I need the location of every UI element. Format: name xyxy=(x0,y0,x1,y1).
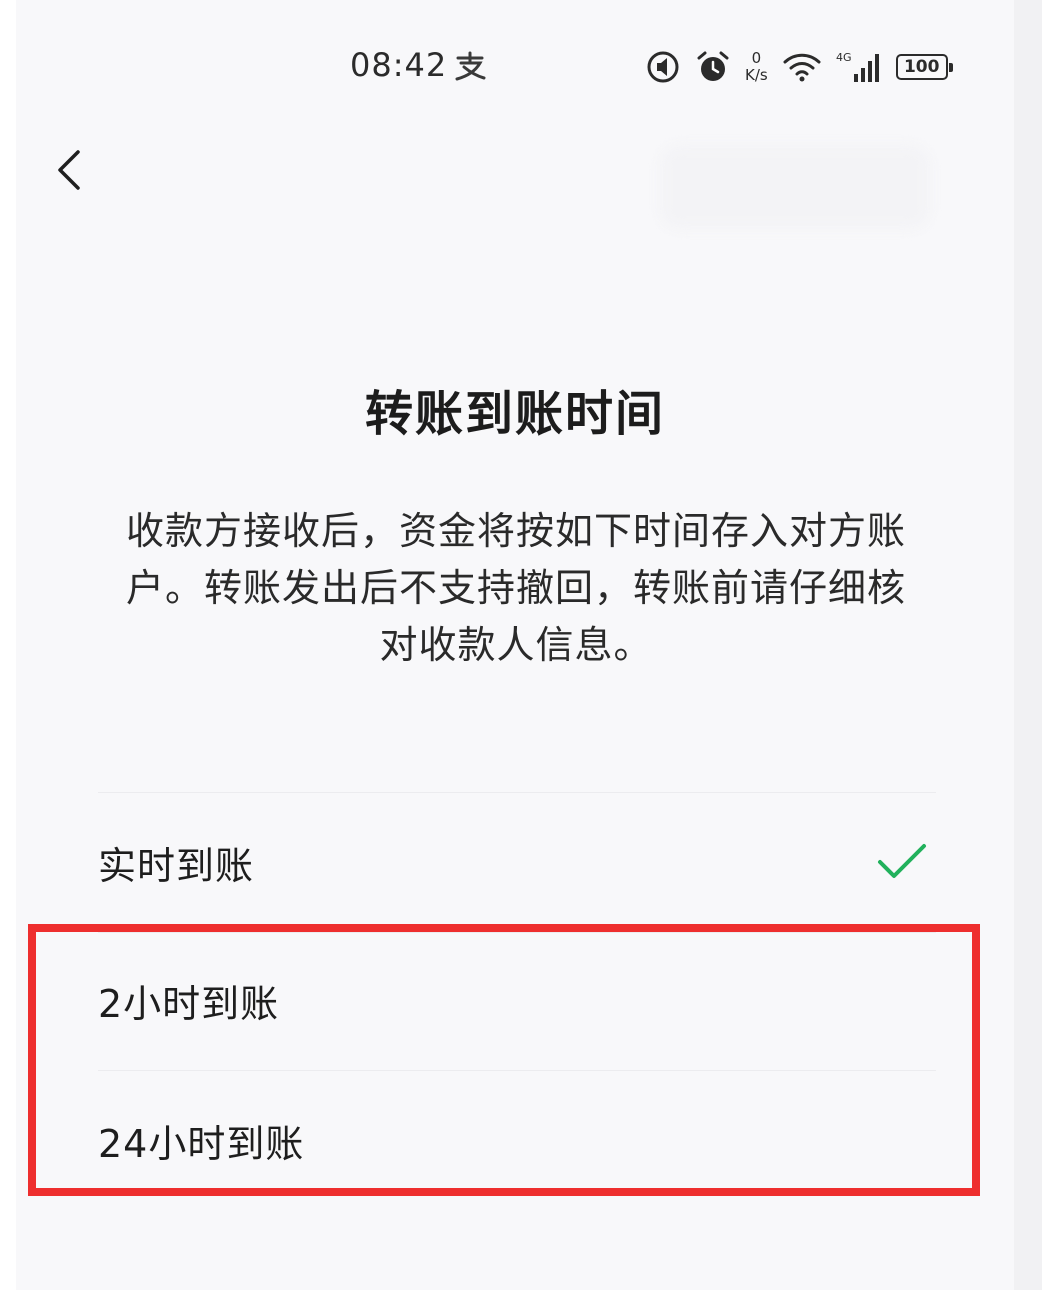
divider xyxy=(98,1070,936,1071)
option-label: 2小时到账 xyxy=(98,981,280,1026)
status-time: 08:42 xyxy=(350,46,448,84)
blurred-region xyxy=(660,145,930,229)
signal-icon: 4G xyxy=(836,51,879,82)
alipay-icon xyxy=(455,51,486,81)
check-icon xyxy=(878,844,926,878)
network-type: 4G xyxy=(836,51,852,64)
status-icons: 0 K/s 4G 100 xyxy=(645,44,953,90)
alarm-icon xyxy=(697,51,729,81)
screen-edge xyxy=(1014,0,1042,1290)
speaker-icon xyxy=(647,51,679,83)
option-label: 24小时到账 xyxy=(98,1121,305,1166)
page-title: 转账到账时间 xyxy=(364,386,665,442)
option-2-hours[interactable]: 2小时到账 xyxy=(98,940,936,1060)
wifi-icon xyxy=(783,53,821,82)
option-realtime[interactable]: 实时到账 xyxy=(98,802,936,922)
divider xyxy=(98,792,936,793)
divider xyxy=(98,932,936,933)
battery-level: 100 xyxy=(903,57,940,77)
net-speed: 0 K/s xyxy=(745,50,768,84)
description-text: 收款方接收后，资金将按如下时间存入对方账户。转账发出后不支持撤回，转账前请仔细核… xyxy=(125,509,906,667)
option-24-hours[interactable]: 24小时到账 xyxy=(98,1080,936,1200)
net-speed-value: 0 xyxy=(751,49,762,67)
chevron-left-icon xyxy=(58,150,80,190)
net-speed-unit: K/s xyxy=(745,66,768,84)
battery-icon: 100 xyxy=(895,54,953,80)
option-label: 实时到账 xyxy=(98,843,255,888)
back-button[interactable] xyxy=(48,138,96,202)
